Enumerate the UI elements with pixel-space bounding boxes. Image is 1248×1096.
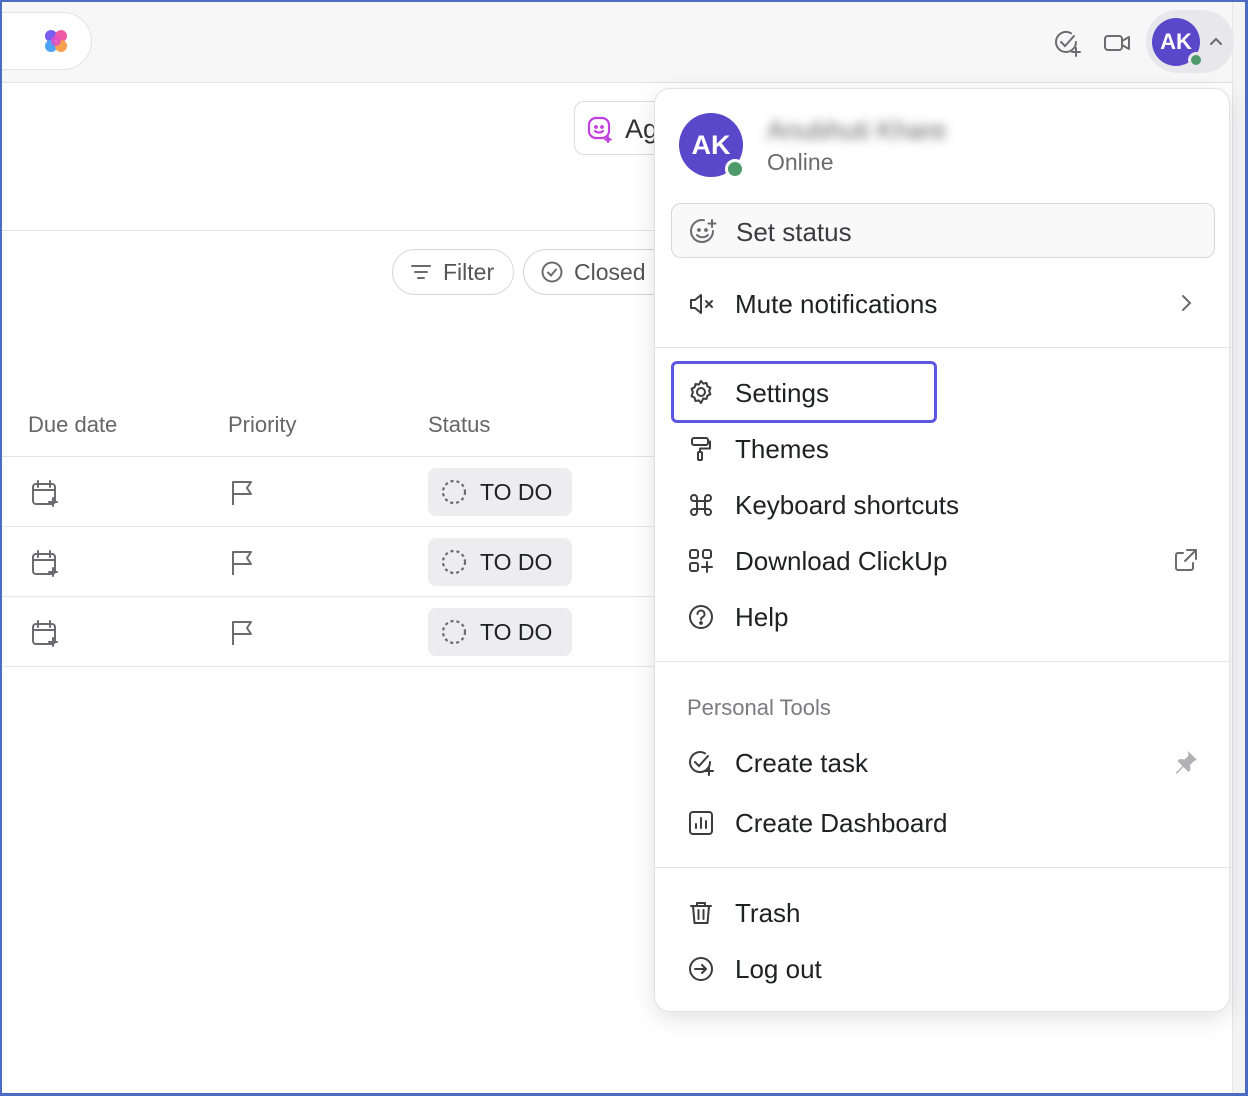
task-check-icon[interactable] bbox=[1052, 28, 1082, 58]
column-header-status[interactable]: Status bbox=[428, 412, 490, 438]
section-divider bbox=[0, 230, 660, 231]
status-todo-icon bbox=[441, 619, 467, 645]
keyboard-shortcuts-item[interactable]: Keyboard shortcuts bbox=[671, 480, 1215, 530]
set-status-label: Set status bbox=[736, 217, 852, 247]
profile-name: Anubhuti Khare bbox=[767, 115, 947, 145]
apps-grid-icon bbox=[689, 549, 713, 573]
menu-divider bbox=[655, 347, 1231, 348]
column-header-due-date[interactable]: Due date bbox=[28, 412, 117, 438]
profile-presence: Online bbox=[767, 149, 834, 175]
download-clickup-label: Download ClickUp bbox=[735, 546, 948, 576]
calendar-add-icon[interactable] bbox=[30, 618, 60, 648]
settings-label: Settings bbox=[735, 378, 829, 408]
status-label: TO DO bbox=[480, 478, 553, 505]
avatar: AK bbox=[1152, 18, 1204, 68]
check-circle-icon bbox=[541, 261, 563, 283]
create-dashboard-item[interactable]: Create Dashboard bbox=[671, 798, 1215, 848]
pin-icon[interactable] bbox=[1171, 749, 1199, 777]
closed-filter-button[interactable]: Closed bbox=[523, 249, 673, 295]
speaker-mute-icon bbox=[690, 294, 713, 314]
help-item[interactable]: Help bbox=[671, 592, 1215, 642]
filter-button[interactable]: Filter bbox=[392, 249, 514, 295]
external-link-icon bbox=[1175, 549, 1197, 571]
row-divider bbox=[0, 526, 660, 527]
set-status-button[interactable]: Set status bbox=[671, 203, 1215, 258]
chevron-up-icon bbox=[1210, 37, 1222, 45]
status-badge[interactable]: TO DO bbox=[428, 608, 572, 656]
profile-initials: AK bbox=[691, 129, 731, 160]
themes-item[interactable]: Themes bbox=[671, 424, 1215, 474]
user-dropdown-menu: AK Anubhuti Khare Online Set status Mute… bbox=[654, 88, 1231, 1012]
flag-icon[interactable] bbox=[228, 478, 258, 508]
top-bar: AK bbox=[0, 0, 1234, 83]
status-todo-icon bbox=[441, 479, 467, 505]
keyboard-shortcuts-label: Keyboard shortcuts bbox=[735, 490, 960, 520]
trash-label: Trash bbox=[735, 898, 801, 928]
task-add-icon bbox=[689, 751, 714, 776]
closed-label: Closed bbox=[574, 258, 646, 285]
create-dashboard-label: Create Dashboard bbox=[735, 808, 948, 838]
filter-icon bbox=[411, 265, 431, 279]
app-logo-icon bbox=[45, 30, 67, 52]
command-key-icon bbox=[690, 494, 712, 516]
status-label: TO DO bbox=[480, 548, 553, 575]
trash-item[interactable]: Trash bbox=[671, 888, 1215, 938]
help-circle-icon bbox=[689, 605, 713, 629]
window-scrollbar-gutter bbox=[1232, 0, 1248, 1096]
chevron-right-icon bbox=[1182, 295, 1192, 311]
log-out-icon bbox=[689, 957, 713, 981]
row-divider bbox=[0, 596, 660, 597]
app-logo-button[interactable] bbox=[0, 12, 92, 70]
flag-icon[interactable] bbox=[228, 548, 258, 578]
avatar-initials: AK bbox=[1160, 29, 1192, 54]
log-out-label: Log out bbox=[735, 954, 822, 984]
row-divider bbox=[0, 666, 660, 667]
column-header-priority[interactable]: Priority bbox=[228, 412, 296, 438]
online-indicator bbox=[1188, 52, 1204, 68]
paint-roller-icon bbox=[691, 437, 711, 461]
trash-icon bbox=[690, 902, 712, 924]
menu-divider bbox=[655, 867, 1231, 868]
calendar-add-icon[interactable] bbox=[30, 548, 60, 578]
video-icon[interactable] bbox=[1102, 28, 1132, 58]
mute-notifications-label: Mute notifications bbox=[735, 289, 938, 319]
download-clickup-item[interactable]: Download ClickUp bbox=[671, 536, 1215, 586]
filter-label: Filter bbox=[443, 258, 495, 285]
dashboard-chart-icon bbox=[689, 811, 713, 835]
create-task-item[interactable]: Create task bbox=[671, 738, 1215, 788]
ai-smile-icon bbox=[587, 116, 613, 143]
log-out-item[interactable]: Log out bbox=[671, 944, 1215, 994]
help-label: Help bbox=[735, 602, 789, 632]
flag-icon[interactable] bbox=[228, 618, 258, 648]
smile-plus-icon bbox=[690, 219, 717, 243]
settings-item[interactable]: Settings bbox=[671, 361, 937, 423]
themes-label: Themes bbox=[735, 434, 829, 464]
status-badge[interactable]: TO DO bbox=[428, 468, 572, 516]
status-label: TO DO bbox=[480, 618, 553, 645]
mute-notifications-item[interactable]: Mute notifications bbox=[671, 279, 1215, 329]
online-indicator bbox=[725, 159, 745, 179]
calendar-add-icon[interactable] bbox=[30, 478, 60, 508]
user-menu-button[interactable]: AK bbox=[1146, 10, 1234, 73]
profile-avatar: AK bbox=[679, 113, 745, 179]
row-divider bbox=[0, 456, 660, 457]
status-todo-icon bbox=[441, 549, 467, 575]
gear-icon bbox=[690, 380, 712, 404]
personal-tools-heading: Personal Tools bbox=[687, 695, 831, 720]
status-badge[interactable]: TO DO bbox=[428, 538, 572, 586]
create-task-label: Create task bbox=[735, 748, 868, 778]
menu-divider bbox=[655, 661, 1231, 662]
